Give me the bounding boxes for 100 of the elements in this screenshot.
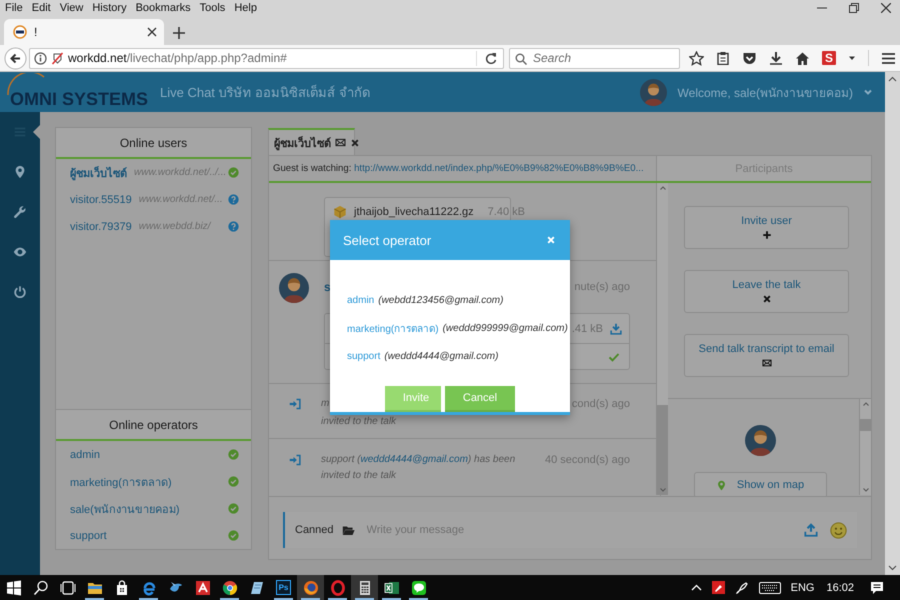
menu-icon[interactable] <box>881 52 896 64</box>
scrollbar[interactable] <box>859 399 871 495</box>
sign-in-icon <box>289 454 301 466</box>
package-icon <box>333 205 347 219</box>
question-circle-icon <box>228 194 239 205</box>
plus-icon <box>762 230 772 240</box>
action-button[interactable]: Send talk transcript to email <box>684 334 849 377</box>
menu-item[interactable]: Tools <box>200 2 226 14</box>
mail-icon <box>762 358 772 368</box>
system-message: support (weddd4444@gmail.com) has been invited to the talk <box>321 453 516 483</box>
email-link[interactable]: weddd4444@gmail.com <box>360 454 468 465</box>
close-icon[interactable] <box>147 27 157 37</box>
file-size: .41 kB <box>572 322 603 334</box>
author-name: s <box>324 279 331 295</box>
pocket-icon[interactable] <box>742 50 757 66</box>
ring-icon <box>330 580 346 596</box>
url-field[interactable]: workdd.net/livechat/php/app.php?admin# <box>29 48 504 68</box>
close-icon[interactable] <box>881 3 891 13</box>
info-icon[interactable] <box>34 52 47 64</box>
back-button[interactable] <box>4 46 27 70</box>
canned-button[interactable]: Canned <box>295 524 355 536</box>
check-circle-icon <box>228 167 239 178</box>
notes-icon <box>248 580 264 596</box>
extension-button[interactable]: S <box>822 51 836 65</box>
chevron-icon[interactable] <box>863 87 873 97</box>
operator-name[interactable]: admin <box>70 448 100 460</box>
menu-item[interactable]: History <box>92 2 127 14</box>
cancel-button[interactable]: Cancel <box>444 386 516 412</box>
taskbar-button[interactable] <box>351 575 378 600</box>
operator-name[interactable]: support <box>70 530 107 542</box>
plus-icon[interactable] <box>173 26 185 38</box>
clipboard-icon[interactable] <box>716 51 730 65</box>
clock[interactable]: 16:02 <box>826 582 854 594</box>
star-icon[interactable] <box>689 50 704 66</box>
pen-icon[interactable] <box>734 580 749 594</box>
user-name[interactable]: ผู้ชมเว็บไซต์ <box>70 164 127 182</box>
menu-item[interactable]: Help <box>234 2 257 14</box>
scroll-down-icon[interactable] <box>888 565 897 571</box>
file-name[interactable]: jthaijob_livecha11222.gz <box>354 206 474 218</box>
operator-name[interactable]: sale(พนักงานขายคอม) <box>70 500 180 518</box>
scroll-up-icon[interactable] <box>888 76 897 82</box>
power-icon[interactable] <box>13 285 27 299</box>
avatar-icon <box>744 425 776 456</box>
wrench-icon[interactable] <box>13 205 27 219</box>
scroll-thumb[interactable] <box>860 419 871 431</box>
avatar-icon[interactable] <box>640 78 667 106</box>
search-field[interactable]: Search <box>509 48 680 68</box>
browser-icon <box>222 580 238 596</box>
operator-link[interactable]: marketing(การตลาด) <box>347 320 439 336</box>
close-icon[interactable] <box>350 138 360 148</box>
action-button[interactable]: Invite user <box>684 206 849 249</box>
operator-email: (weddd999999@gmail.com) <box>442 322 568 334</box>
pin-icon[interactable] <box>13 165 27 179</box>
check-circle-icon <box>228 530 239 541</box>
favicon-icon <box>13 25 27 39</box>
operator-name[interactable]: marketing(การตลาด) <box>70 472 172 490</box>
action-button[interactable]: Leave the talk <box>684 270 849 313</box>
browser-tab[interactable]: ! <box>4 19 164 45</box>
panel-title: Online users <box>56 128 251 159</box>
start-icon <box>6 580 22 596</box>
notification-icon[interactable] <box>870 580 884 594</box>
menu-item[interactable]: View <box>60 2 84 14</box>
scrollbar[interactable] <box>656 183 668 495</box>
welcome-text[interactable]: Welcome, sale(พนักงานขายคอม) <box>678 82 853 102</box>
spreadsheet-icon <box>384 580 400 596</box>
restore-icon[interactable] <box>849 3 859 13</box>
show-on-map-button[interactable]: Show on map <box>694 472 826 496</box>
watched-url-link[interactable]: http://www.workdd.net/index.php/%E0%B9%82%E0%B8%9B%E0... <box>354 163 644 174</box>
check-circle-icon <box>228 503 239 514</box>
sign-in-icon <box>289 398 301 410</box>
search-icon <box>32 580 48 596</box>
keyboard-icon[interactable] <box>758 582 781 594</box>
scroll-thumb[interactable] <box>657 405 668 495</box>
caret-icon[interactable] <box>848 54 856 62</box>
reload-icon[interactable] <box>485 52 497 64</box>
scrollbar[interactable] <box>885 72 900 575</box>
operator-email: (webdd123456@gmail.com) <box>378 294 504 306</box>
menu-item[interactable]: Edit <box>32 2 51 14</box>
pen-tray-icon[interactable] <box>712 581 725 594</box>
operator-link[interactable]: support <box>347 350 380 362</box>
user-name[interactable]: visitor.55519 <box>70 194 132 206</box>
system-message: m <box>321 397 330 411</box>
url-text: workdd.net/livechat/php/app.php?admin# <box>68 51 288 65</box>
language-indicator[interactable]: ENG <box>790 582 814 594</box>
user-name[interactable]: visitor.79379 <box>70 220 132 232</box>
close-icon <box>762 294 772 304</box>
app-title: Live Chat บริษัท ออมนิซิสเต็มส์ จำกัด <box>160 84 370 102</box>
eye-icon[interactable] <box>13 245 27 259</box>
blocked-content-icon[interactable] <box>51 52 64 64</box>
operator-link[interactable]: admin <box>347 294 374 306</box>
question-circle-icon <box>228 221 239 232</box>
taskbar-button[interactable] <box>297 575 324 600</box>
chat-bubble-icon <box>410 580 426 596</box>
emoji-icon[interactable] <box>830 522 847 538</box>
home-icon[interactable] <box>795 50 810 66</box>
menu-item[interactable]: File <box>5 2 23 14</box>
download-icon[interactable] <box>769 51 783 65</box>
taskbar-button[interactable]: Ps <box>270 575 297 600</box>
menu-item[interactable]: Bookmarks <box>136 2 191 14</box>
chevron-up-icon[interactable] <box>690 582 702 593</box>
